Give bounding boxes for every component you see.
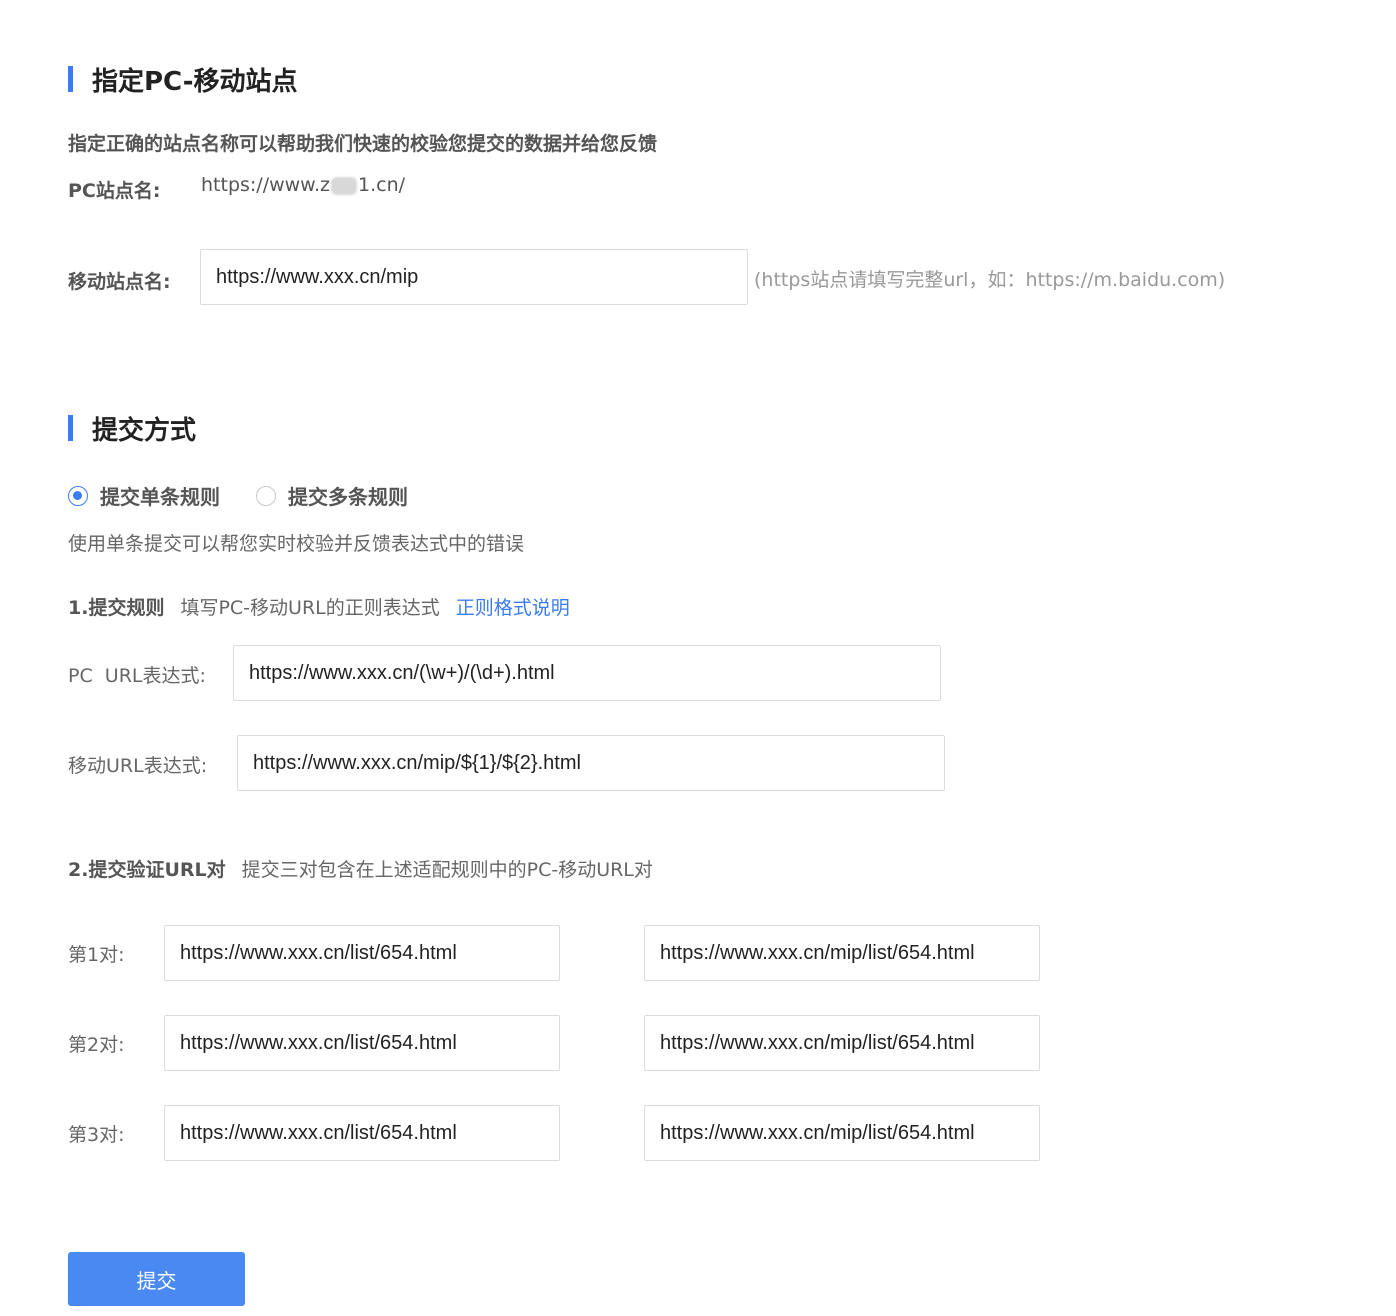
submit-mode-radio-group: 提交单条规则 提交多条规则 bbox=[68, 481, 444, 510]
submit-section-title: 提交方式 bbox=[92, 415, 197, 446]
page: 指定PC-移动站点 指定正确的站点名称可以帮助我们快速的校验您提交的数据并给您反… bbox=[0, 0, 1396, 1316]
pc-site-value-prefix: https://www.z bbox=[201, 174, 330, 196]
submit-button[interactable]: 提交 bbox=[68, 1252, 245, 1306]
radio-checked-icon bbox=[68, 485, 88, 506]
mobile-url-regex-label: 移动URL表达式: bbox=[68, 755, 208, 777]
section-accent-bar bbox=[68, 66, 73, 92]
radio-single-rule-label: 提交单条规则 bbox=[100, 485, 220, 509]
mobile-site-input[interactable] bbox=[200, 249, 748, 305]
pair2-label: 第2对: bbox=[68, 1034, 125, 1056]
mobile-site-label: 移动站点名: bbox=[68, 271, 171, 293]
pc-url-regex-input[interactable] bbox=[233, 645, 941, 701]
submit-section-header: 提交方式 bbox=[68, 413, 196, 446]
site-section-header: 指定PC-移动站点 bbox=[68, 64, 298, 97]
pair2-pc-url-input[interactable] bbox=[164, 1015, 560, 1071]
radio-unchecked-icon bbox=[256, 485, 276, 506]
pc-site-value-suffix: 1.cn/ bbox=[358, 174, 406, 196]
pair3-mobile-url-input[interactable] bbox=[644, 1105, 1040, 1161]
pc-url-regex-label: PC URL表达式: bbox=[68, 665, 206, 687]
site-section-description: 指定正确的站点名称可以帮助我们快速的校验您提交的数据并给您反馈 bbox=[68, 133, 658, 155]
pair3-label: 第3对: bbox=[68, 1124, 125, 1146]
pair2-mobile-url-input[interactable] bbox=[644, 1015, 1040, 1071]
step2-header: 2.提交验证URL对 提交三对包含在上述适配规则中的PC-移动URL对 bbox=[68, 855, 669, 882]
mobile-site-hint: (https站点请填写完整url，如：https://m.baidu.com) bbox=[754, 269, 1226, 291]
radio-multi-rule[interactable]: 提交多条规则 bbox=[256, 481, 408, 510]
pair1-mobile-url-input[interactable] bbox=[644, 925, 1040, 981]
step2-title: 2.提交验证URL对 bbox=[68, 859, 226, 881]
step1-desc: 填写PC-移动URL的正则表达式 bbox=[180, 597, 440, 619]
step2-desc: 提交三对包含在上述适配规则中的PC-移动URL对 bbox=[241, 859, 653, 881]
step1-title: 1.提交规则 bbox=[68, 597, 165, 619]
pair1-pc-url-input[interactable] bbox=[164, 925, 560, 981]
pc-site-value: https://www.z 1.cn/ bbox=[201, 174, 405, 196]
mobile-url-regex-input[interactable] bbox=[237, 735, 945, 791]
pair1-label: 第1对: bbox=[68, 944, 125, 966]
radio-single-rule[interactable]: 提交单条规则 bbox=[68, 481, 220, 510]
section-accent-bar bbox=[68, 415, 73, 441]
regex-format-help-link[interactable]: 正则格式说明 bbox=[456, 593, 570, 620]
step1-header: 1.提交规则 填写PC-移动URL的正则表达式 正则格式说明 bbox=[68, 593, 570, 620]
site-section-title: 指定PC-移动站点 bbox=[92, 66, 298, 97]
submit-section-description: 使用单条提交可以帮您实时校验并反馈表达式中的错误 bbox=[68, 533, 525, 555]
redacted-blur bbox=[331, 176, 357, 195]
radio-multi-rule-label: 提交多条规则 bbox=[288, 485, 408, 509]
pc-site-label: PC站点名: bbox=[68, 180, 161, 202]
pair3-pc-url-input[interactable] bbox=[164, 1105, 560, 1161]
